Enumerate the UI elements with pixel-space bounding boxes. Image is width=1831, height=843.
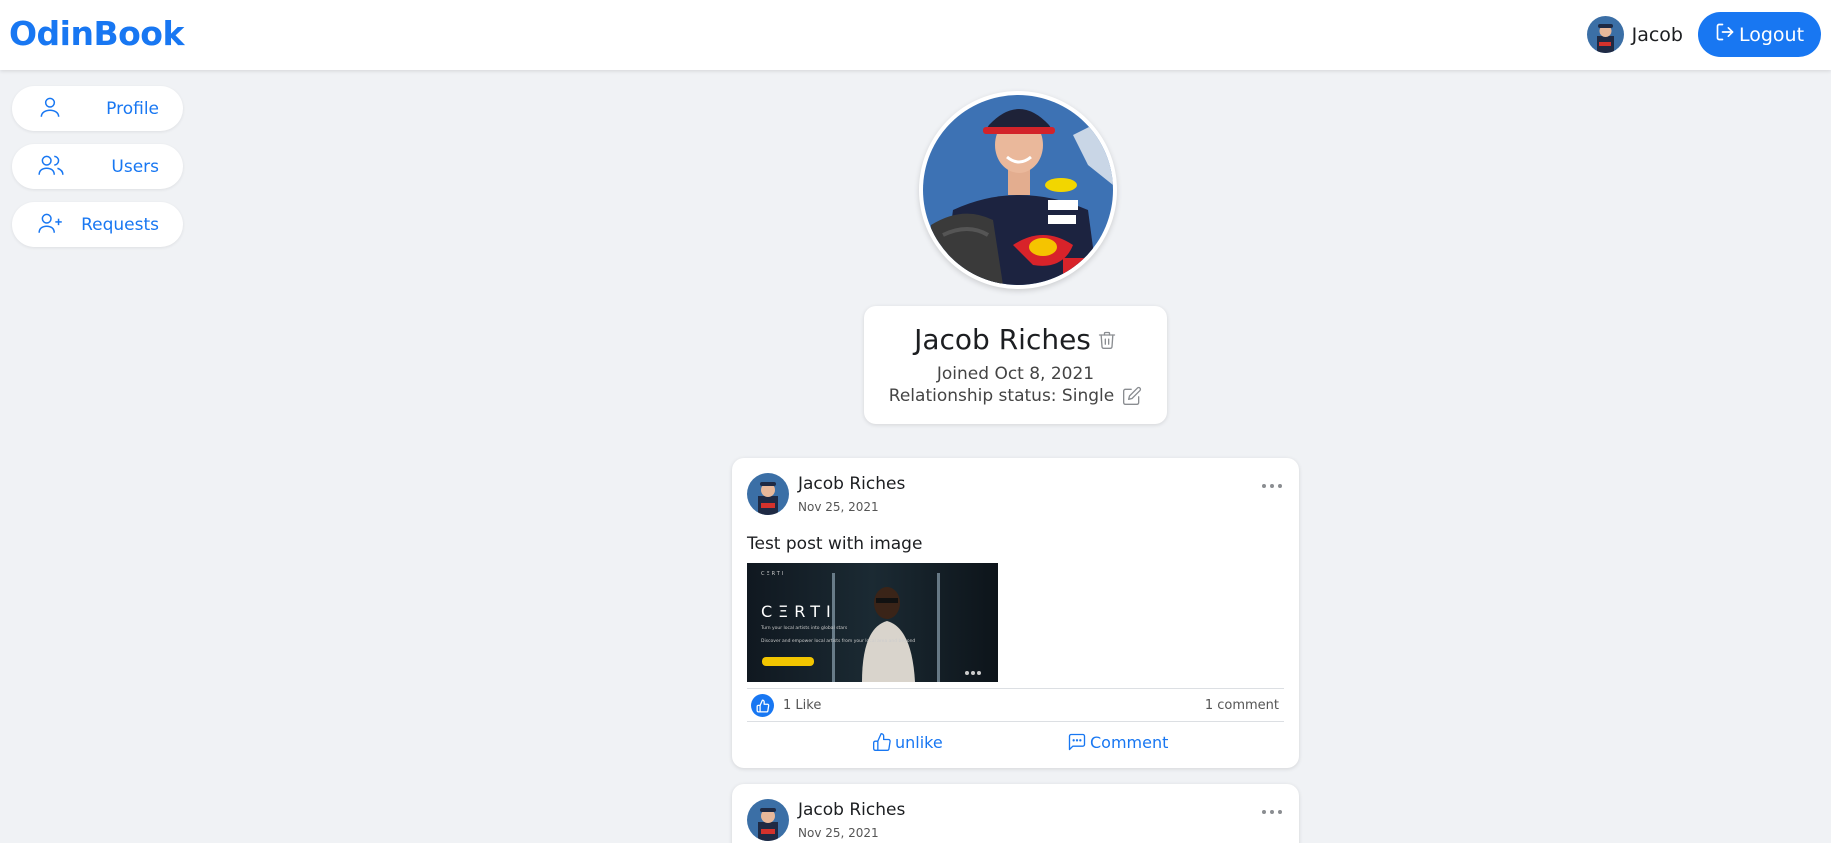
comment-icon: [1067, 732, 1087, 752]
like-badge-icon: [751, 694, 774, 717]
unlike-button[interactable]: unlike: [872, 732, 943, 752]
logout-icon: [1715, 22, 1735, 47]
site-logo[interactable]: OdinBook: [9, 14, 184, 53]
sidebar-item-label: Requests: [81, 214, 159, 235]
more-options-icon[interactable]: [1261, 476, 1283, 488]
post-image[interactable]: CΞRTI CΞRTI Turn your local artists into…: [747, 563, 998, 682]
sidebar-item-users[interactable]: Users: [12, 144, 183, 189]
user-icon: [37, 94, 63, 124]
sidebar-item-label: Users: [111, 156, 159, 177]
post-image-subtitle: Discover and empower local artists from …: [761, 638, 915, 644]
top-navbar: OdinBook Jacob Logout: [0, 0, 1831, 70]
post-date: Nov 25, 2021: [798, 500, 879, 514]
post-card: Jacob Riches Nov 25, 2021: [732, 784, 1299, 843]
avatar[interactable]: [747, 473, 789, 515]
logout-label: Logout: [1738, 23, 1805, 46]
post-author[interactable]: Jacob Riches: [798, 474, 905, 494]
relationship-status: Relationship status: Single: [888, 386, 1115, 406]
post-text: Test post with image: [747, 534, 923, 554]
comment-count[interactable]: 1 comment: [1205, 698, 1279, 713]
thumbs-up-icon: [872, 732, 892, 752]
profile-name: Jacob Riches: [914, 323, 1091, 356]
post-author[interactable]: Jacob Riches: [798, 800, 905, 820]
sidebar-item-requests[interactable]: Requests: [12, 202, 183, 247]
header-user[interactable]: Jacob: [1586, 16, 1683, 53]
post-image-tagline: Turn your local artists into global star…: [760, 625, 848, 631]
avatar[interactable]: [747, 799, 789, 841]
trash-icon[interactable]: [1097, 329, 1117, 351]
profile-picture: [919, 91, 1117, 289]
unlike-label: unlike: [895, 732, 943, 752]
edit-icon[interactable]: [1122, 386, 1142, 406]
sidebar-item-label: Profile: [106, 98, 159, 119]
logout-button[interactable]: Logout: [1698, 12, 1821, 57]
user-plus-icon: [37, 210, 65, 240]
divider: [747, 721, 1284, 722]
like-count[interactable]: 1 Like: [783, 698, 821, 713]
post-image-brand-small: CΞRTI: [761, 571, 785, 577]
post-card: Jacob Riches Nov 25, 2021 Test post with…: [732, 458, 1299, 768]
divider: [747, 688, 1284, 689]
users-icon: [37, 152, 65, 182]
post-image-brand: CΞRTI: [761, 602, 837, 621]
header-user-name[interactable]: Jacob: [1632, 24, 1683, 46]
comment-label: Comment: [1090, 732, 1169, 752]
profile-info-card: Jacob Riches Joined Oct 8, 2021 Relation…: [864, 306, 1167, 424]
sidebar-item-profile[interactable]: Profile: [12, 86, 183, 131]
more-options-icon[interactable]: [1261, 802, 1283, 814]
joined-date: Joined Oct 8, 2021: [936, 364, 1095, 384]
avatar[interactable]: [1586, 16, 1624, 53]
comment-button[interactable]: Comment: [1067, 732, 1168, 752]
post-date: Nov 25, 2021: [798, 826, 879, 840]
